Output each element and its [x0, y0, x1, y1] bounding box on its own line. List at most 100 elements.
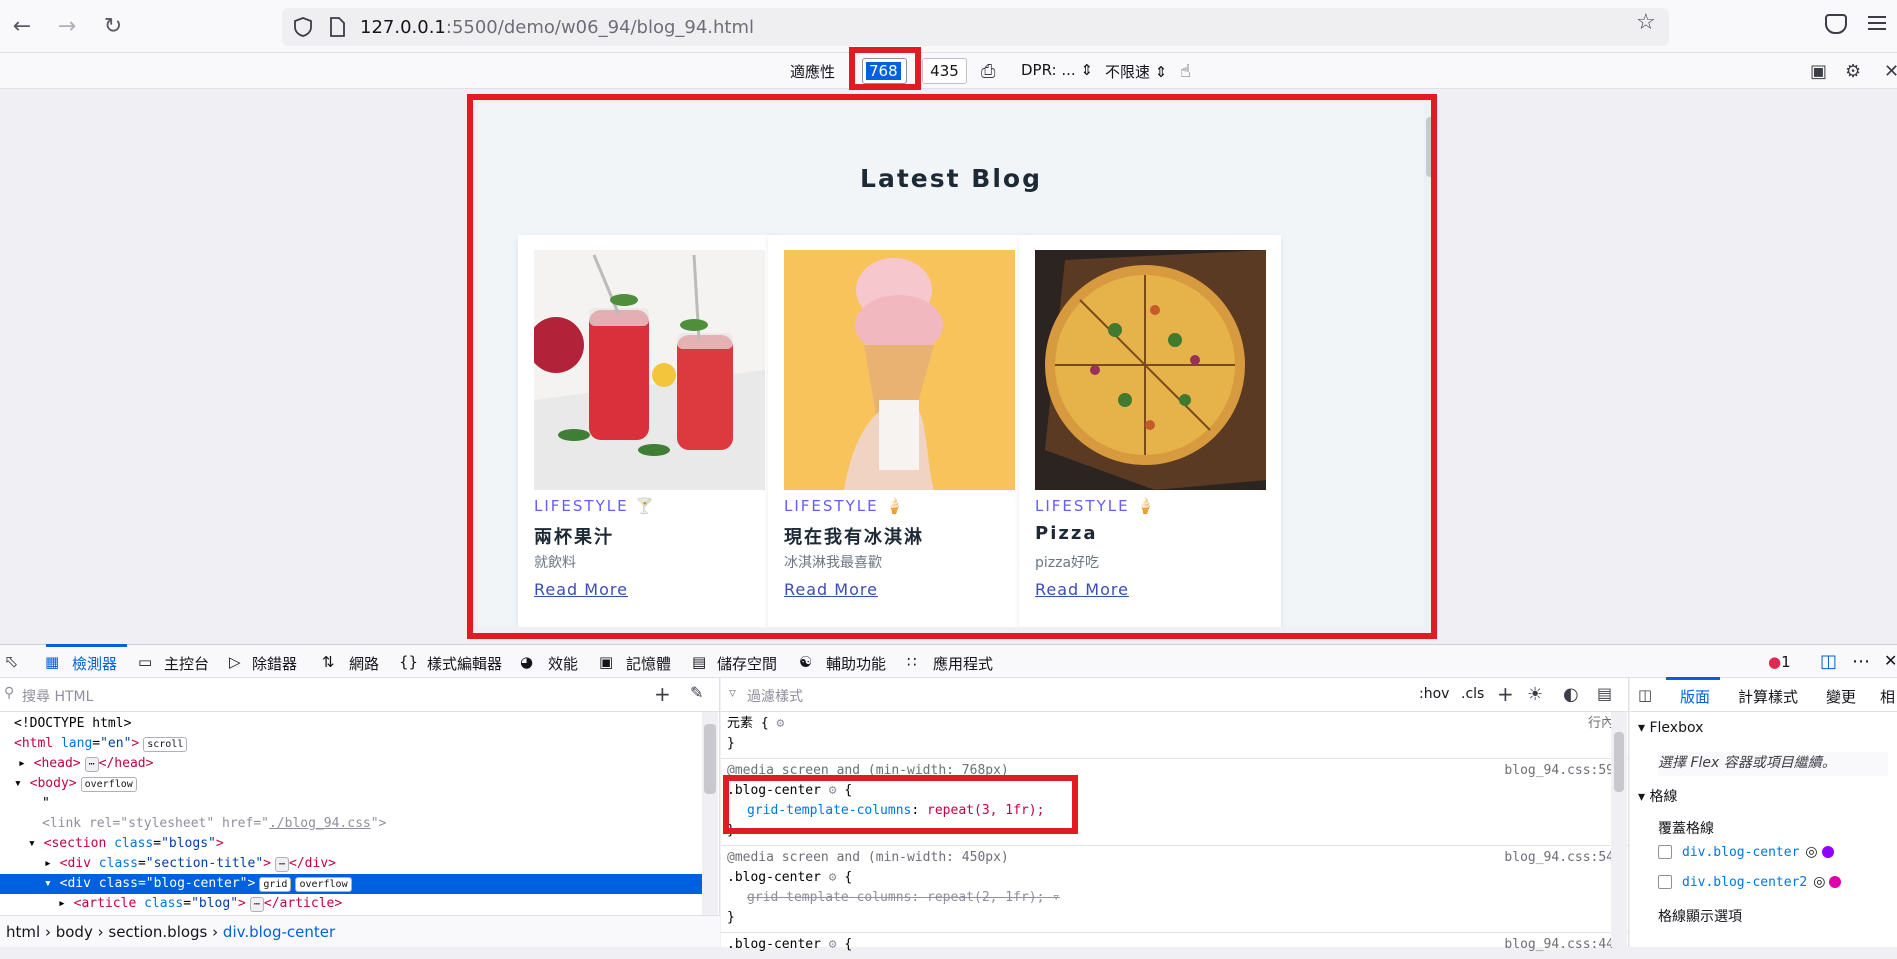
body-node[interactable]: ▾ <body> overflow: [0, 774, 719, 794]
network-icon: ⇅: [322, 653, 335, 671]
tab-network[interactable]: 網路: [349, 653, 379, 674]
grid-color-swatch[interactable]: [1821, 846, 1834, 858]
style-editor-icon: {}: [399, 653, 419, 671]
inspector-icon: ▦: [45, 653, 60, 671]
accessibility-icon: ☯: [799, 653, 813, 671]
url-bar[interactable]: 127.0.0.1:5500/demo/w06_94/blog_94.html: [282, 8, 1669, 46]
tab-application[interactable]: 應用程式: [933, 653, 993, 674]
breadcrumb-item[interactable]: div.blog-center: [223, 923, 335, 941]
html-node[interactable]: <html lang="en"> scroll: [0, 734, 719, 754]
light-theme-icon[interactable]: ☀: [1527, 684, 1543, 705]
media-rule-450[interactable]: @media screen and (min-width: 450px) blo…: [721, 846, 1628, 933]
grid-color-swatch[interactable]: [1829, 876, 1842, 888]
touch-simulation-icon[interactable]: ☝: [1180, 61, 1191, 82]
tab-performance[interactable]: 效能: [548, 653, 578, 674]
print-media-icon[interactable]: ▤: [1597, 684, 1612, 703]
tab-computed[interactable]: 計算樣式: [1738, 686, 1798, 707]
source-link[interactable]: blog_94.css:54: [1504, 848, 1614, 868]
hov-toggle[interactable]: :hov: [1419, 686, 1449, 702]
search-icon: ⚲: [4, 685, 15, 701]
markup-scrollbar[interactable]: [702, 712, 718, 915]
doctype-line[interactable]: <!DOCTYPE html>: [0, 714, 719, 734]
settings-gear-icon[interactable]: ⚙: [1845, 61, 1861, 82]
section-title-node[interactable]: ▸ <div class="section-title"> ⋯ </div>: [0, 854, 719, 874]
tab-changes[interactable]: 變更: [1826, 686, 1856, 707]
viewport-height-input[interactable]: 435: [922, 58, 967, 84]
blog-center-node[interactable]: ▾ <div class="blog-center"> grid overflow: [0, 874, 702, 894]
console-icon: ▭: [138, 653, 153, 671]
link-node[interactable]: <link rel="stylesheet" href="./blog_94.c…: [0, 814, 719, 834]
forward-arrow-icon[interactable]: →: [53, 12, 81, 40]
grid-item-row[interactable]: div.blog-center ◎: [1658, 844, 1834, 860]
tab-style-editor[interactable]: 樣式編輯器: [427, 653, 502, 674]
html-search-bar[interactable]: ⚲ 搜尋 HTML + ✎: [0, 678, 719, 712]
highlight-rule-box: [723, 775, 1078, 834]
tab-console[interactable]: 主控台: [164, 653, 209, 674]
overlay-grid-heading: 覆蓋格線: [1658, 821, 1714, 837]
source-link[interactable]: blog_94.css:44: [1504, 935, 1614, 955]
tab-debugger[interactable]: 除錯器: [252, 653, 297, 674]
breadcrumb-item[interactable]: section.blogs: [108, 923, 207, 941]
tab-memory[interactable]: 記憶體: [626, 653, 671, 674]
url-text[interactable]: 127.0.0.1:5500/demo/w06_94/blog_94.html: [360, 17, 754, 38]
breadcrumb-item[interactable]: body: [56, 923, 93, 941]
rotate-icon[interactable]: ⎙: [981, 61, 995, 82]
bookmark-star-icon[interactable]: ☆: [1636, 10, 1656, 35]
source-link[interactable]: blog_94.css:59: [1504, 761, 1614, 781]
highlight-viewport-box: [467, 94, 1437, 639]
tab-accessibility[interactable]: 輔助功能: [826, 653, 886, 674]
page-icon[interactable]: [326, 16, 348, 38]
section-node[interactable]: ▾ <section class="blogs">: [0, 834, 719, 854]
highlight-target-icon[interactable]: ◎: [1805, 844, 1817, 860]
filter-icon[interactable]: ▿: [1052, 890, 1060, 905]
blog-center-rule[interactable]: .blog-center ⚙ { blog_94.css:44: [721, 933, 1628, 959]
grid-item-row[interactable]: div.blog-center2 ◎: [1658, 874, 1842, 890]
dpr-selector[interactable]: DPR: ... ⇕: [1021, 61, 1093, 79]
layout-panel: ◫ 版面 計算樣式 變更 相 ▾ Flexbox 選擇 Flex 容器或項目繼續…: [1630, 677, 1897, 947]
dark-theme-icon[interactable]: ◐: [1563, 684, 1579, 705]
cls-toggle[interactable]: .cls: [1461, 686, 1484, 702]
app-menu-icon[interactable]: [1868, 16, 1886, 32]
flexbox-hint: 選擇 Flex 容器或項目繼續。: [1658, 752, 1888, 776]
article-node[interactable]: ▸ <article class="blog"> ⋯ </article>: [0, 894, 719, 914]
pocket-icon[interactable]: [1825, 14, 1847, 34]
storage-icon: ▤: [692, 653, 707, 671]
browser-toolbar: ← → ↻ 127.0.0.1:5500/demo/w06_94/blog_94…: [0, 0, 1897, 53]
close-rdm-icon[interactable]: ✕: [1884, 61, 1897, 82]
text-node[interactable]: ": [0, 794, 719, 814]
overlay-checkbox[interactable]: [1658, 845, 1672, 859]
error-icon[interactable]: ●1: [1768, 653, 1791, 671]
add-node-icon[interactable]: +: [654, 682, 671, 706]
highlight-target-icon[interactable]: ◎: [1813, 874, 1825, 890]
rules-scrollbar[interactable]: [1611, 712, 1627, 947]
tab-storage[interactable]: 儲存空間: [717, 653, 777, 674]
head-node[interactable]: ▸ <head> ⋯ </head>: [0, 754, 719, 774]
tab-more[interactable]: 相: [1880, 686, 1895, 707]
grid-section-header[interactable]: ▾ 格線: [1638, 786, 1677, 806]
screenshot-icon[interactable]: ▣: [1810, 61, 1827, 82]
debugger-icon: ▷: [229, 653, 241, 671]
application-icon: ∷: [907, 653, 917, 671]
responsive-mode-icon[interactable]: ◫: [1820, 651, 1837, 672]
eyedropper-icon[interactable]: ✎: [690, 683, 703, 702]
overlay-checkbox[interactable]: [1658, 875, 1672, 889]
reload-icon[interactable]: ↻: [99, 12, 127, 40]
breadcrumb-item[interactable]: html: [6, 923, 40, 941]
style-filter-bar[interactable]: ▿ 過濾樣式 :hov .cls + ☀ ◐ ▤: [721, 678, 1628, 712]
element-picker-icon[interactable]: ⬁: [4, 652, 18, 672]
highlight-width-box: [849, 47, 921, 90]
throttle-selector[interactable]: 不限速 ⇕: [1105, 61, 1167, 82]
flexbox-section-header[interactable]: ▾ Flexbox: [1638, 720, 1703, 736]
devtools-tab-bar: ⬁ 檢測器 ▦ ▭ 主控台 ▷ 除錯器 ⇅ 網路 {} 樣式編輯器 ◕ 效能 ▣…: [0, 644, 1897, 678]
device-selector[interactable]: 適應性: [790, 61, 835, 82]
more-options-icon[interactable]: ⋯: [1852, 651, 1870, 672]
breadcrumb: html › body › section.blogs › div.blog-c…: [0, 915, 720, 947]
element-rule[interactable]: 元素 { ⚙ 行內 }: [721, 712, 1628, 759]
close-devtools-icon[interactable]: ✕: [1884, 651, 1897, 670]
add-rule-icon[interactable]: +: [1497, 682, 1514, 706]
back-arrow-icon[interactable]: ←: [8, 12, 36, 40]
tab-inspector[interactable]: 檢測器: [45, 644, 128, 674]
tab-layout[interactable]: 版面: [1680, 686, 1710, 707]
shield-icon[interactable]: [292, 16, 314, 38]
sidebar-toggle-icon[interactable]: ◫: [1638, 686, 1652, 704]
